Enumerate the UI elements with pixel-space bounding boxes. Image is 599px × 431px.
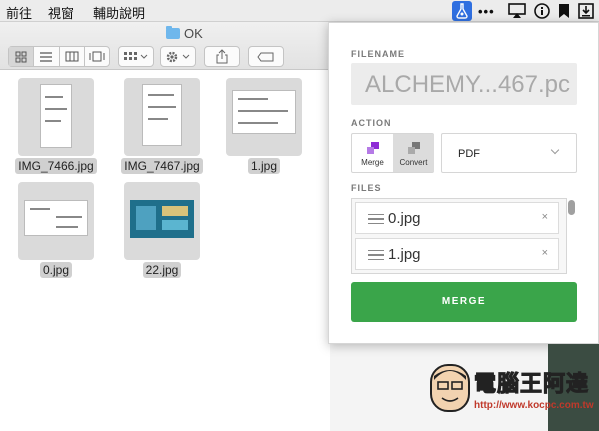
close-icon[interactable]: × xyxy=(542,247,548,259)
file-thumbnail xyxy=(18,182,94,260)
close-icon[interactable]: × xyxy=(542,211,548,223)
action-label: ACTION xyxy=(351,118,392,128)
alchemy-panel: FILENAME ALCHEMY...467.pc ACTION Merge C… xyxy=(328,22,599,344)
alchemy-app-icon[interactable] xyxy=(452,1,472,21)
file-thumbnail xyxy=(124,78,200,156)
drag-handle-icon[interactable] xyxy=(368,250,384,260)
filename-field[interactable]: ALCHEMY...467.pc xyxy=(351,63,577,105)
convert-action[interactable]: Convert xyxy=(393,134,434,172)
scrollbar-thumb[interactable] xyxy=(568,200,575,215)
files-label: FILES xyxy=(351,183,382,193)
column-view-icon[interactable] xyxy=(60,47,85,66)
file-name: IMG_7466.jpg xyxy=(15,158,97,174)
menu-go[interactable]: 前往 xyxy=(6,3,32,22)
folder-icon xyxy=(166,26,180,39)
drag-handle-icon[interactable] xyxy=(368,214,384,224)
list-view-icon[interactable] xyxy=(34,47,60,66)
filename-label: FILENAME xyxy=(351,49,405,59)
tag-button[interactable] xyxy=(248,46,284,67)
convert-icon xyxy=(408,142,420,154)
list-item-name: 0.jpg xyxy=(388,210,421,227)
menu-window[interactable]: 視窗 xyxy=(48,3,74,22)
finder-file-area: IMG_7466.jpg IMG_7467.jpg 1.jpg 0.jpg 22… xyxy=(0,70,330,431)
download-icon[interactable] xyxy=(578,3,594,24)
list-item-name: 1.jpg xyxy=(388,246,421,263)
window-title: OK xyxy=(166,26,203,41)
format-select-value: PDF xyxy=(458,148,480,160)
tag-icon xyxy=(257,52,274,61)
file-name: 22.jpg xyxy=(142,262,182,278)
group-icon xyxy=(124,51,148,60)
file-thumbnail xyxy=(226,78,302,156)
file-thumbnail xyxy=(124,182,200,260)
action-toggle: Merge Convert xyxy=(351,133,434,173)
watermark-brand: 電腦王阿達 xyxy=(473,371,590,397)
list-item[interactable]: 1.jpg × xyxy=(355,238,559,270)
file-name: 0.jpg xyxy=(39,262,73,278)
file-name: 1.jpg xyxy=(247,158,281,174)
watermark-url: http://www.kocpc.com.tw xyxy=(474,400,594,411)
merge-icon xyxy=(367,142,379,154)
airplay-icon[interactable] xyxy=(508,3,526,24)
bookmark-icon[interactable] xyxy=(558,3,570,24)
window-title-text: OK xyxy=(184,26,203,41)
watermark: 電腦王阿達 http://www.kocpc.com.tw xyxy=(430,360,598,420)
file-name: IMG_7467.jpg xyxy=(121,158,203,174)
share-button[interactable] xyxy=(204,46,240,67)
action-button[interactable] xyxy=(160,46,196,67)
view-mode-control xyxy=(8,46,110,67)
files-list: 0.jpg × 1.jpg × xyxy=(351,198,567,274)
icon-view-icon[interactable] xyxy=(9,47,35,66)
format-select[interactable]: PDF xyxy=(441,133,577,173)
chevron-down-icon xyxy=(550,145,560,155)
more-dots-icon[interactable]: ••• xyxy=(478,2,495,20)
merge-button[interactable]: MERGE xyxy=(351,282,577,322)
mascot-icon xyxy=(430,364,470,412)
file-thumbnail xyxy=(18,78,94,156)
merge-action-label: Merge xyxy=(361,158,384,167)
gallery-view-icon[interactable] xyxy=(85,47,109,66)
files-scrollbar[interactable] xyxy=(567,198,577,274)
list-item[interactable]: 0.jpg × xyxy=(355,202,559,234)
merge-action[interactable]: Merge xyxy=(352,134,393,172)
group-button[interactable] xyxy=(118,46,154,67)
gear-icon xyxy=(166,51,190,62)
menu-help[interactable]: 輔助說明 xyxy=(93,3,145,22)
info-icon[interactable] xyxy=(534,3,550,24)
menu-bar: 前往 視窗 輔助說明 ••• xyxy=(0,0,599,22)
finder-toolbar: OK xyxy=(0,22,330,70)
convert-action-label: Convert xyxy=(399,158,428,167)
share-icon xyxy=(216,49,228,64)
